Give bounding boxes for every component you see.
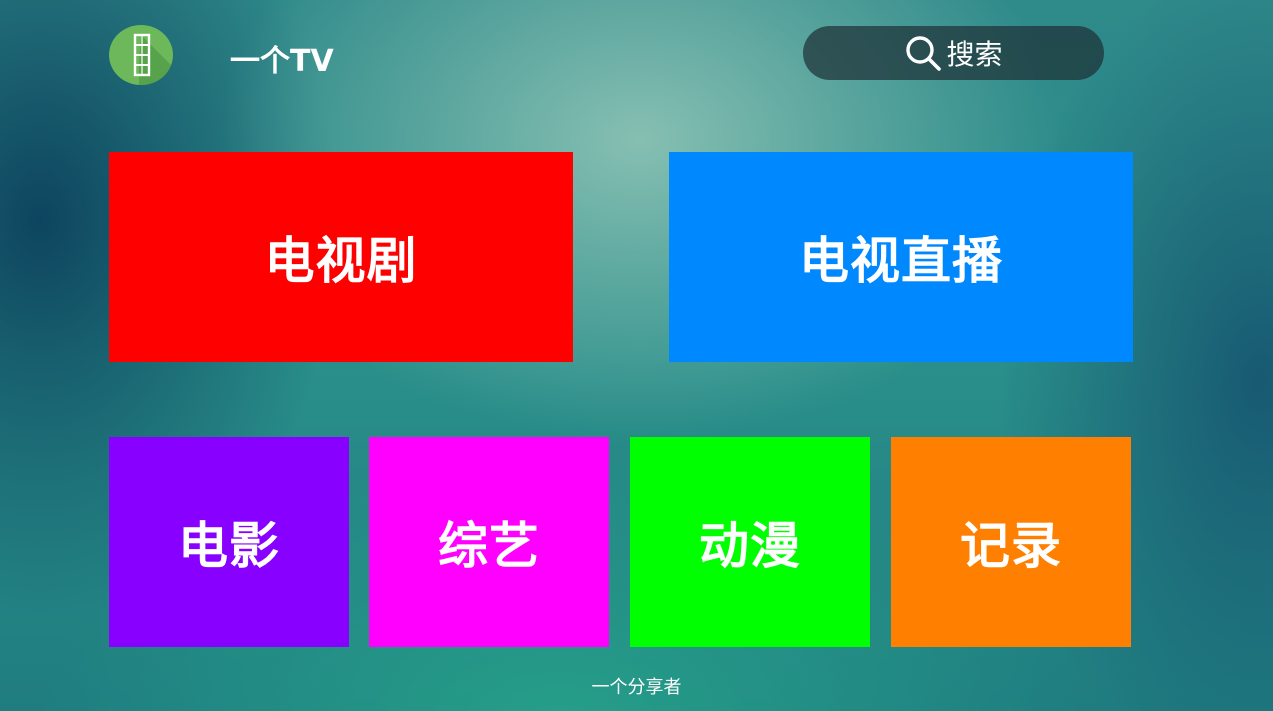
tile-tv-series[interactable]: 电视剧 bbox=[109, 152, 573, 362]
tile-anime-label: 动漫 bbox=[699, 517, 801, 575]
search-button[interactable]: 搜索 bbox=[803, 26, 1104, 80]
app-logo bbox=[109, 25, 173, 85]
tile-live-tv[interactable]: 电视直播 bbox=[669, 152, 1133, 362]
footer-text: 一个分享者 bbox=[591, 677, 682, 698]
app-title: 一个TV bbox=[230, 44, 334, 79]
tile-movies[interactable]: 电影 bbox=[109, 437, 349, 647]
tile-documentary-label: 记录 bbox=[960, 517, 1062, 575]
tile-variety-label: 综艺 bbox=[438, 517, 540, 575]
search-label: 搜索 bbox=[946, 38, 1003, 71]
tile-tv-series-label: 电视剧 bbox=[264, 232, 418, 290]
tile-documentary[interactable]: 记录 bbox=[891, 437, 1131, 647]
film-strip-icon bbox=[133, 33, 173, 85]
search-icon bbox=[906, 36, 942, 71]
tile-movies-label: 电影 bbox=[178, 517, 280, 575]
tile-variety[interactable]: 综艺 bbox=[369, 437, 609, 647]
tile-anime[interactable]: 动漫 bbox=[630, 437, 870, 647]
tile-live-tv-label: 电视直播 bbox=[799, 232, 1003, 290]
